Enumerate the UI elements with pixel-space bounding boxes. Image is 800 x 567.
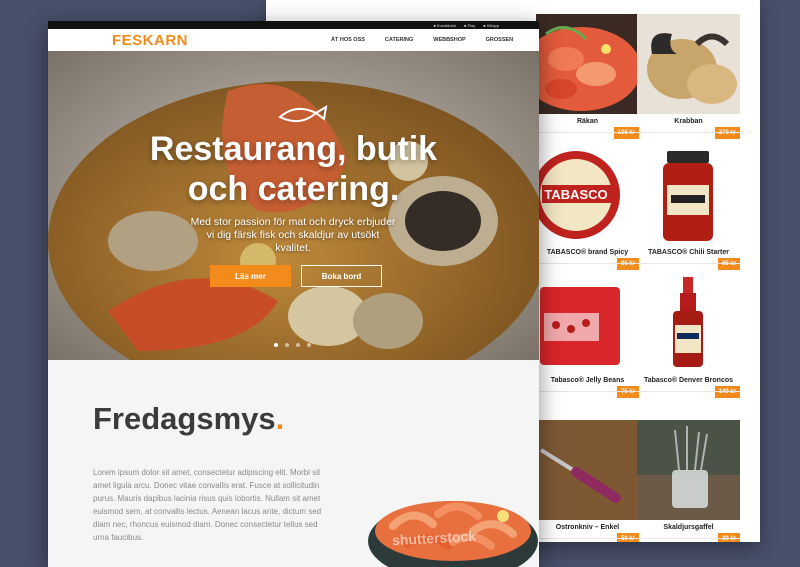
title-accent-dot: .: [275, 401, 285, 436]
menu-item[interactable]: WEBBSHOP: [433, 37, 465, 43]
product-image: [637, 145, 740, 245]
product-name[interactable]: TABASCO® Chili Starter: [637, 249, 740, 256]
product-price: 75 kr: [616, 386, 639, 398]
oyster-knife-image: [536, 420, 639, 520]
divider: [536, 538, 639, 539]
slider-dot[interactable]: [307, 343, 311, 347]
shrimp-bowl-image: [368, 501, 538, 567]
jelly-beans-bag-image: [536, 273, 639, 373]
product-card[interactable]: 65 kr TABASCO® Chili Starter: [637, 145, 740, 270]
product-name[interactable]: TABASCO® brand Spicy: [536, 249, 639, 256]
topbar-link[interactable]: Play: [464, 23, 475, 28]
divider: [536, 263, 639, 264]
product-name[interactable]: Skaldjursgaffel: [637, 524, 740, 531]
slider-dot[interactable]: [296, 343, 300, 347]
menu-item[interactable]: GROSSEN: [486, 37, 514, 43]
product-image: [536, 420, 639, 520]
product-name[interactable]: Ostronkniv – Enkel: [536, 524, 639, 531]
product-image: [536, 273, 639, 373]
product-card[interactable]: 195 kr Räkan: [536, 14, 639, 139]
product-price: 195 kr: [613, 127, 639, 139]
product-price: 270 kr: [714, 127, 740, 139]
slider-dot[interactable]: [285, 343, 289, 347]
slider-dots: [274, 343, 311, 347]
divider: [637, 263, 740, 264]
section-title-text: Fredagsmys: [93, 401, 276, 436]
product-name[interactable]: Krabban: [637, 118, 740, 125]
sauce-bottle-image: [637, 273, 740, 373]
topbar-link[interactable]: Kitlapp: [483, 23, 499, 28]
product-image: [637, 14, 740, 114]
product-card[interactable]: 50 kr Ostronkniv – Enkel: [536, 420, 639, 542]
divider: [536, 132, 639, 133]
product-name[interactable]: Räkan: [536, 118, 639, 125]
tabasco-tin-image: TABASCO: [536, 145, 639, 245]
section-body: Lorem ipsum dolor sit amet, consectetur …: [93, 468, 322, 542]
product-image: TABASCO: [536, 145, 639, 245]
hero-title-line: och catering.: [187, 170, 400, 208]
divider: [536, 391, 639, 392]
top-utility-bar: Kundklubb Play Kitlapp: [48, 21, 539, 29]
product-image: [536, 14, 639, 114]
chili-starter-jar-image: [637, 145, 740, 245]
menu-item[interactable]: ÄT HOS OSS: [331, 37, 365, 43]
hero-slider: Restaurang, butik och catering. Med stor…: [48, 51, 539, 360]
main-header: FESKARN ÄT HOS OSS CATERING WEBBSHOP GRO…: [48, 29, 539, 51]
site-logo[interactable]: FESKARN: [112, 32, 188, 49]
svg-text:TABASCO: TABASCO: [544, 187, 607, 202]
product-price: 85 kr: [616, 258, 639, 270]
divider: [637, 132, 740, 133]
product-image: [637, 420, 740, 520]
home-page: Kundklubb Play Kitlapp FESKARN ÄT HOS OS…: [48, 21, 539, 567]
menu-item[interactable]: CATERING: [385, 37, 413, 43]
topbar-link[interactable]: Kundklubb: [433, 23, 456, 28]
book-table-button[interactable]: Boka bord: [301, 265, 382, 287]
seafood-fork-image: [637, 420, 740, 520]
product-card[interactable]: TABASCO 85 kr TABASCO® brand Spicy: [536, 145, 639, 270]
hero-title: Restaurang, butik och catering.: [48, 129, 539, 209]
product-card[interactable]: 30 kr Skaldjursgaffel: [637, 420, 740, 542]
slider-dot[interactable]: [274, 343, 278, 347]
main-menu: ÄT HOS OSS CATERING WEBBSHOP GROSSEN: [331, 37, 513, 43]
hero-subtitle: Med stor passion för mat och dryck erbju…: [190, 216, 396, 254]
divider: [637, 538, 740, 539]
read-more-button[interactable]: Läs mer: [210, 265, 291, 287]
product-price: 65 kr: [717, 258, 740, 270]
section-title: Fredagsmys.: [93, 401, 284, 437]
product-name[interactable]: Tabasco® Denver Broncos: [637, 377, 740, 384]
product-card[interactable]: 270 kr Krabban: [637, 14, 740, 139]
crab-claw-image: [637, 14, 740, 114]
product-price: 140 kr: [714, 386, 740, 398]
hero-title-line: Restaurang, butik: [149, 130, 438, 168]
product-card[interactable]: 140 kr Tabasco® Denver Broncos: [637, 273, 740, 398]
divider: [637, 391, 740, 392]
shrimp-platter-image: [536, 14, 639, 114]
product-card[interactable]: 75 kr Tabasco® Jelly Beans: [536, 273, 639, 398]
product-image: [637, 273, 740, 373]
product-name[interactable]: Tabasco® Jelly Beans: [536, 377, 639, 384]
